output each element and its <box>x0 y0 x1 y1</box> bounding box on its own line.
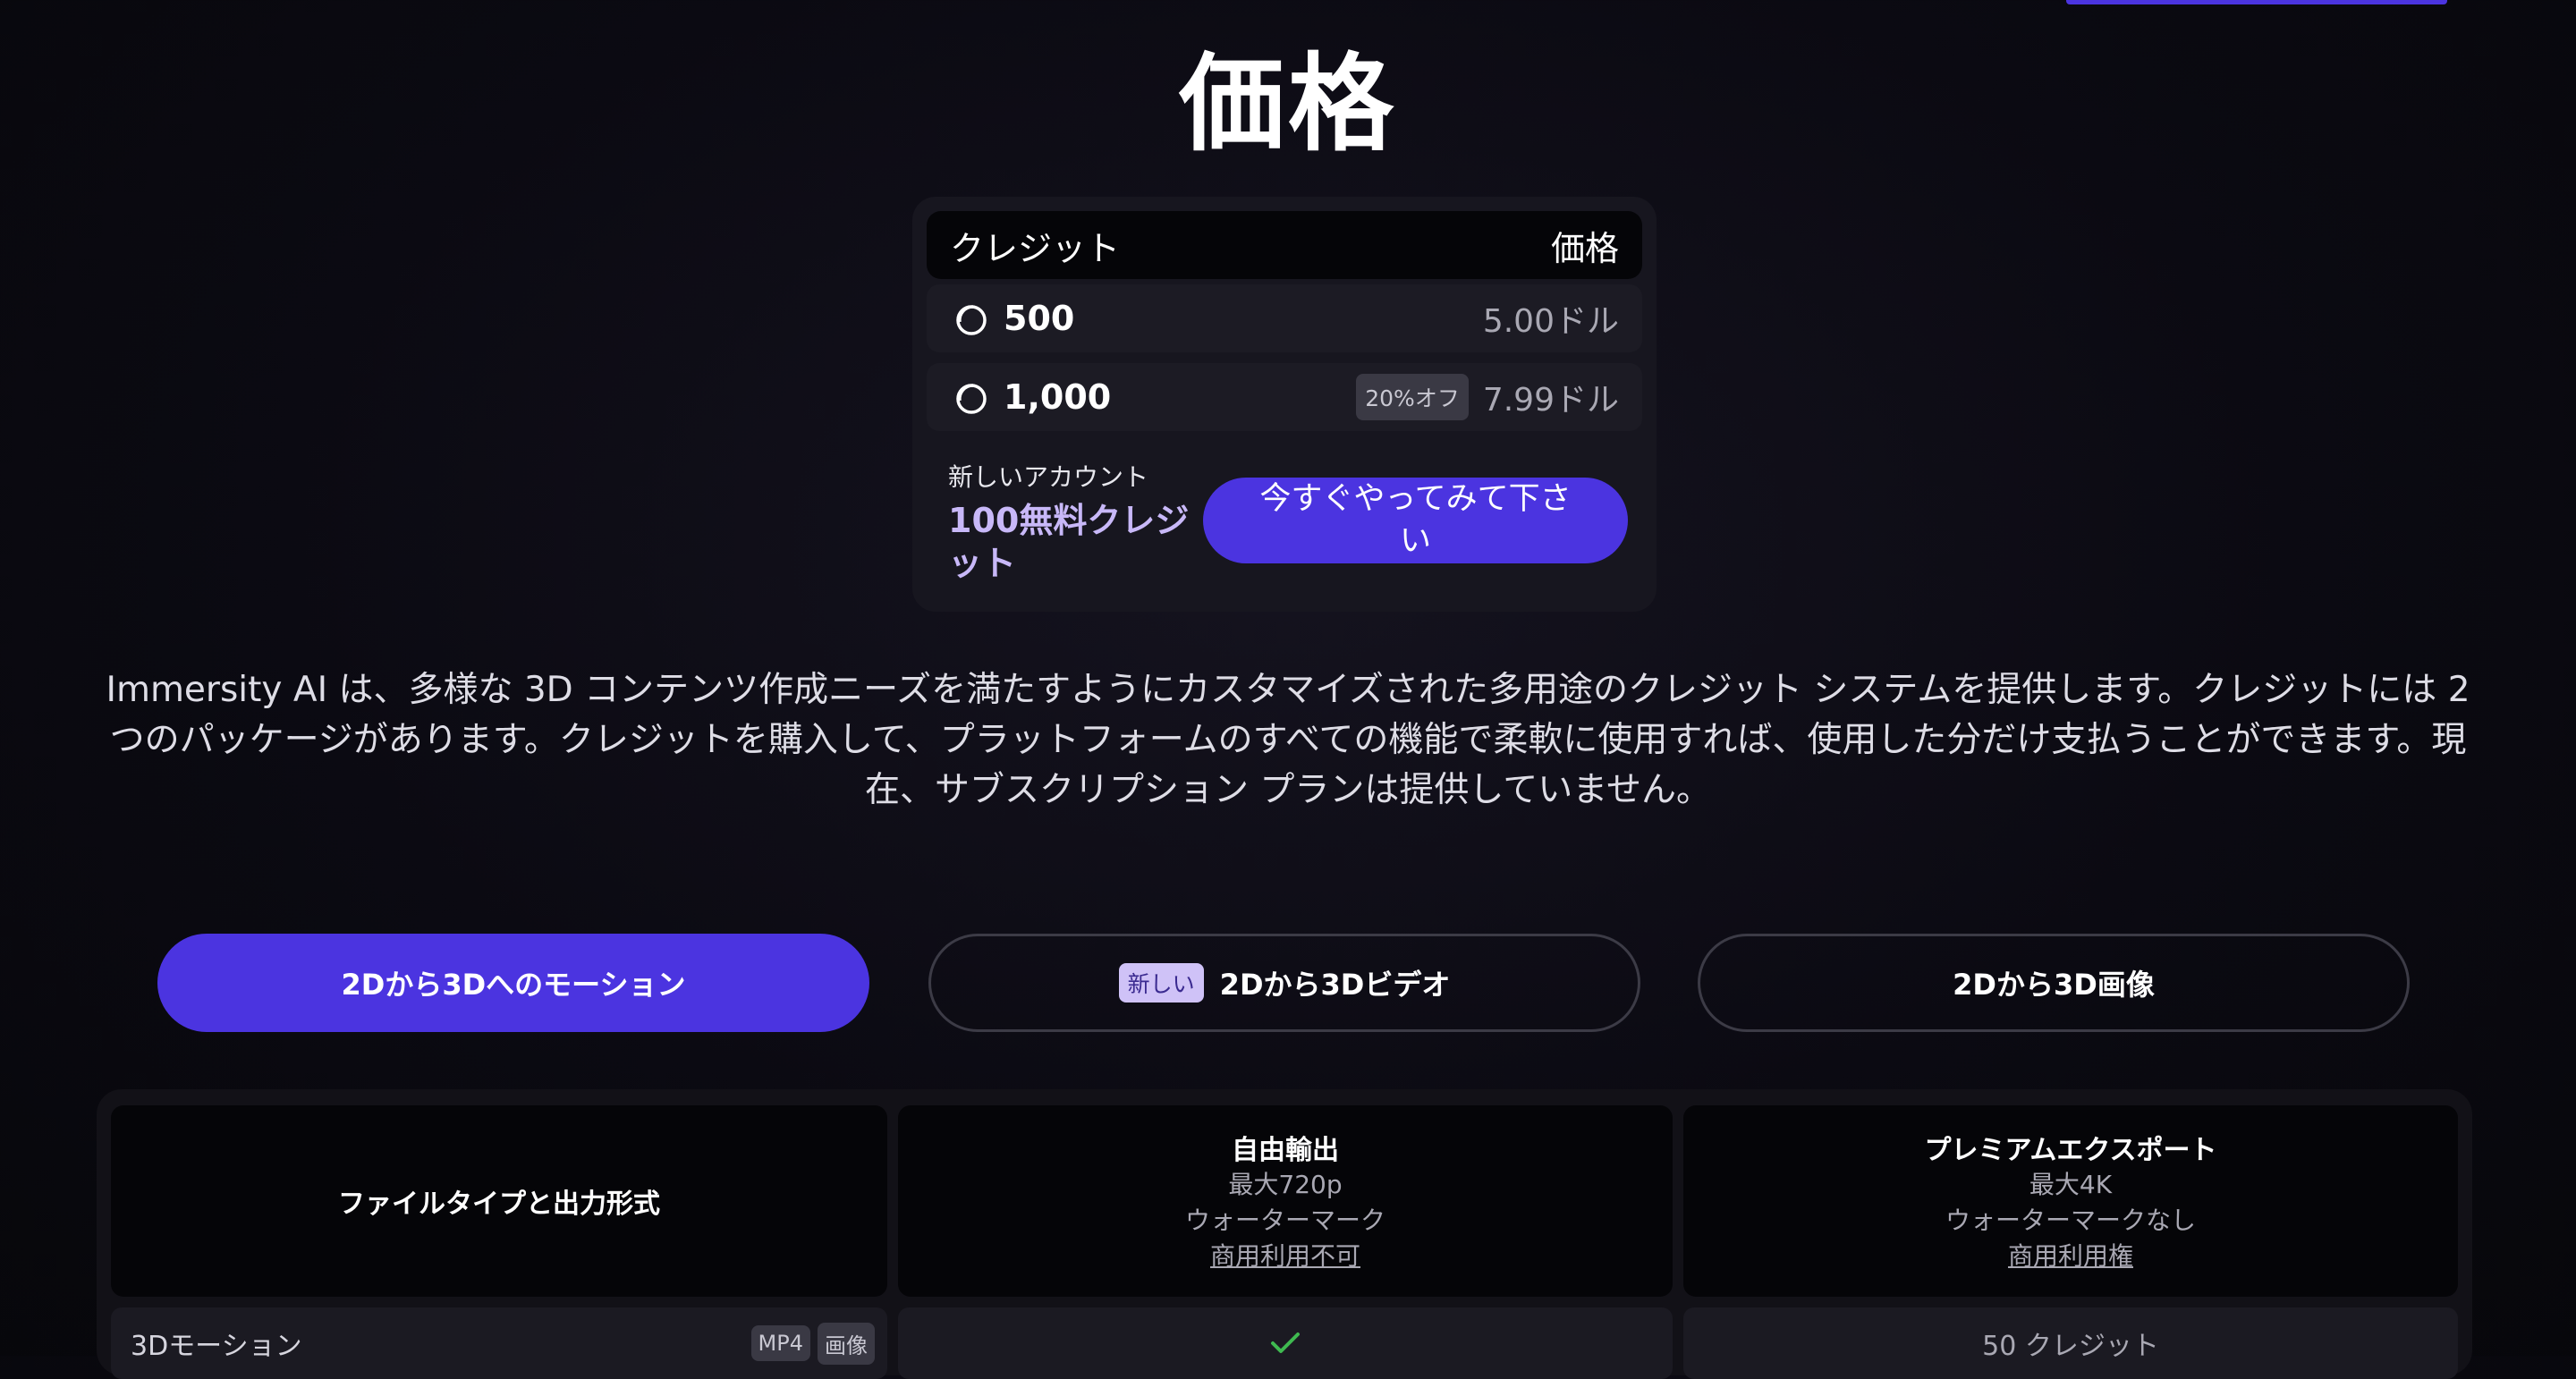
tab-label: 2Dから3D画像 <box>1953 968 2155 1002</box>
page-title: 価格 <box>1178 42 1397 165</box>
price-value: 7.99ドル <box>1482 382 1619 419</box>
promo-label: 新しいアカウント <box>948 462 1149 492</box>
column-header-premium-export: プレミアムエクスポート 最大4K ウォーターマークなし 商用利用権 <box>1683 1105 2458 1297</box>
tab-label: 2Dから3Dビデオ <box>1219 968 1451 1002</box>
header-credit: クレジット <box>950 228 1121 268</box>
check-icon <box>1271 1332 1300 1353</box>
try-now-button[interactable]: 今すぐやってみて下さい <box>1203 478 1628 563</box>
coin-icon <box>956 384 987 414</box>
credit-amount: 1,000 <box>1004 377 1112 417</box>
watermark-note: ウォーターマーク <box>1184 1206 1385 1235</box>
resolution-limit: 最大4K <box>2029 1170 2113 1199</box>
tab-2d-to-3d-motion[interactable]: 2Dから3Dへのモーション <box>157 934 869 1032</box>
table-cell-free <box>898 1307 1673 1379</box>
tab-label: 2Dから3Dへのモーション <box>341 968 686 1002</box>
tab-2d-to-3d-video[interactable]: 新しい 2Dから3Dビデオ <box>928 934 1640 1032</box>
column-title: プレミアムエクスポート <box>1924 1135 2217 1166</box>
new-account-promo: 新しいアカウント 100無料クレジット <box>948 458 1199 585</box>
column-header-free-export: 自由輸出 最大720p ウォーターマーク 商用利用不可 <box>898 1105 1673 1297</box>
price-row[interactable]: 500 5.00ドル <box>927 284 1642 352</box>
resolution-limit: 最大720p <box>1228 1170 1343 1199</box>
credit-amount: 500 <box>1004 299 1075 338</box>
column-title: ファイルタイプと出力形式 <box>338 1189 660 1220</box>
pricing-description: Immersity AI は、多様な 3D コンテンツ作成ニーズを満たすようにカ… <box>106 670 2470 810</box>
format-badge: 画像 <box>818 1322 875 1365</box>
column-title: 自由輸出 <box>1232 1135 1339 1166</box>
table-row-label: 3Dモーション MP4 画像 <box>111 1307 887 1379</box>
top-accent-bar <box>2066 0 2447 4</box>
row-label: 3Dモーション <box>131 1331 302 1362</box>
commercial-use-link[interactable]: 商用利用権 <box>2008 1239 2133 1274</box>
discount-badge: 20%オフ <box>1356 374 1469 420</box>
price-value: 5.00ドル <box>1482 303 1619 340</box>
coin-icon <box>956 305 987 335</box>
price-card: クレジット 価格 500 5.00ドル 1,000 20%オフ 7.99ドル 新… <box>912 197 1657 612</box>
comparison-table: ファイルタイプと出力形式 自由輸出 最大720p ウォーターマーク 商用利用不可… <box>97 1089 2472 1379</box>
price-table-header: クレジット 価格 <box>927 211 1642 279</box>
table-cell-premium: 50 クレジット <box>1683 1307 2458 1379</box>
credit-cost: 50 クレジット <box>1982 1331 2159 1362</box>
promo-credit: 100無料クレジット <box>948 501 1190 583</box>
tab-2d-to-3d-image[interactable]: 2Dから3D画像 <box>1698 934 2410 1032</box>
commercial-use-link[interactable]: 商用利用不可 <box>1210 1239 1360 1274</box>
format-badge: MP4 <box>750 1325 810 1361</box>
price-row[interactable]: 1,000 20%オフ 7.99ドル <box>927 363 1642 431</box>
header-price: 価格 <box>1550 228 1619 268</box>
watermark-note: ウォーターマークなし <box>1945 1206 2196 1235</box>
column-header-file-type: ファイルタイプと出力形式 <box>111 1105 887 1297</box>
new-badge: 新しい <box>1118 963 1204 1003</box>
